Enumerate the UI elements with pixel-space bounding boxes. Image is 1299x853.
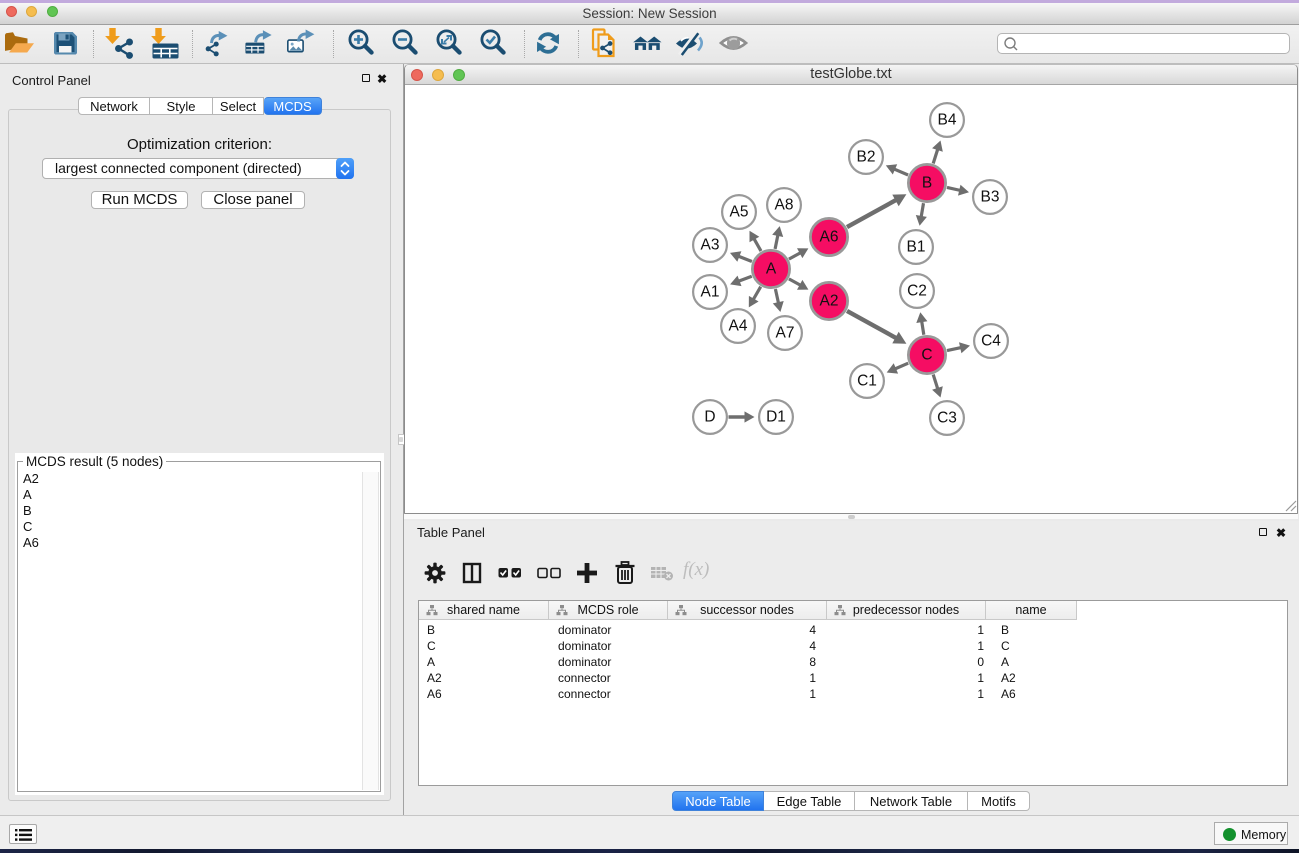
svg-text:B2: B2 xyxy=(857,149,876,166)
svg-text:C4: C4 xyxy=(981,333,1001,350)
svg-text:B: B xyxy=(922,175,932,192)
svg-text:B3: B3 xyxy=(981,189,1000,206)
svg-text:A1: A1 xyxy=(701,284,720,301)
svg-text:D: D xyxy=(704,409,715,426)
svg-text:A: A xyxy=(766,261,777,278)
svg-text:C: C xyxy=(921,347,932,364)
svg-text:B4: B4 xyxy=(938,112,957,129)
svg-text:C2: C2 xyxy=(907,283,927,300)
svg-text:A8: A8 xyxy=(775,197,794,214)
svg-text:A5: A5 xyxy=(730,204,749,221)
svg-text:D1: D1 xyxy=(766,409,786,426)
svg-text:B1: B1 xyxy=(907,239,926,256)
svg-text:C3: C3 xyxy=(937,410,957,427)
svg-text:A6: A6 xyxy=(820,229,839,246)
svg-text:A2: A2 xyxy=(820,293,839,310)
svg-text:C1: C1 xyxy=(857,373,877,390)
svg-text:A3: A3 xyxy=(701,237,720,254)
svg-text:A7: A7 xyxy=(776,325,795,342)
svg-text:A4: A4 xyxy=(729,318,748,335)
